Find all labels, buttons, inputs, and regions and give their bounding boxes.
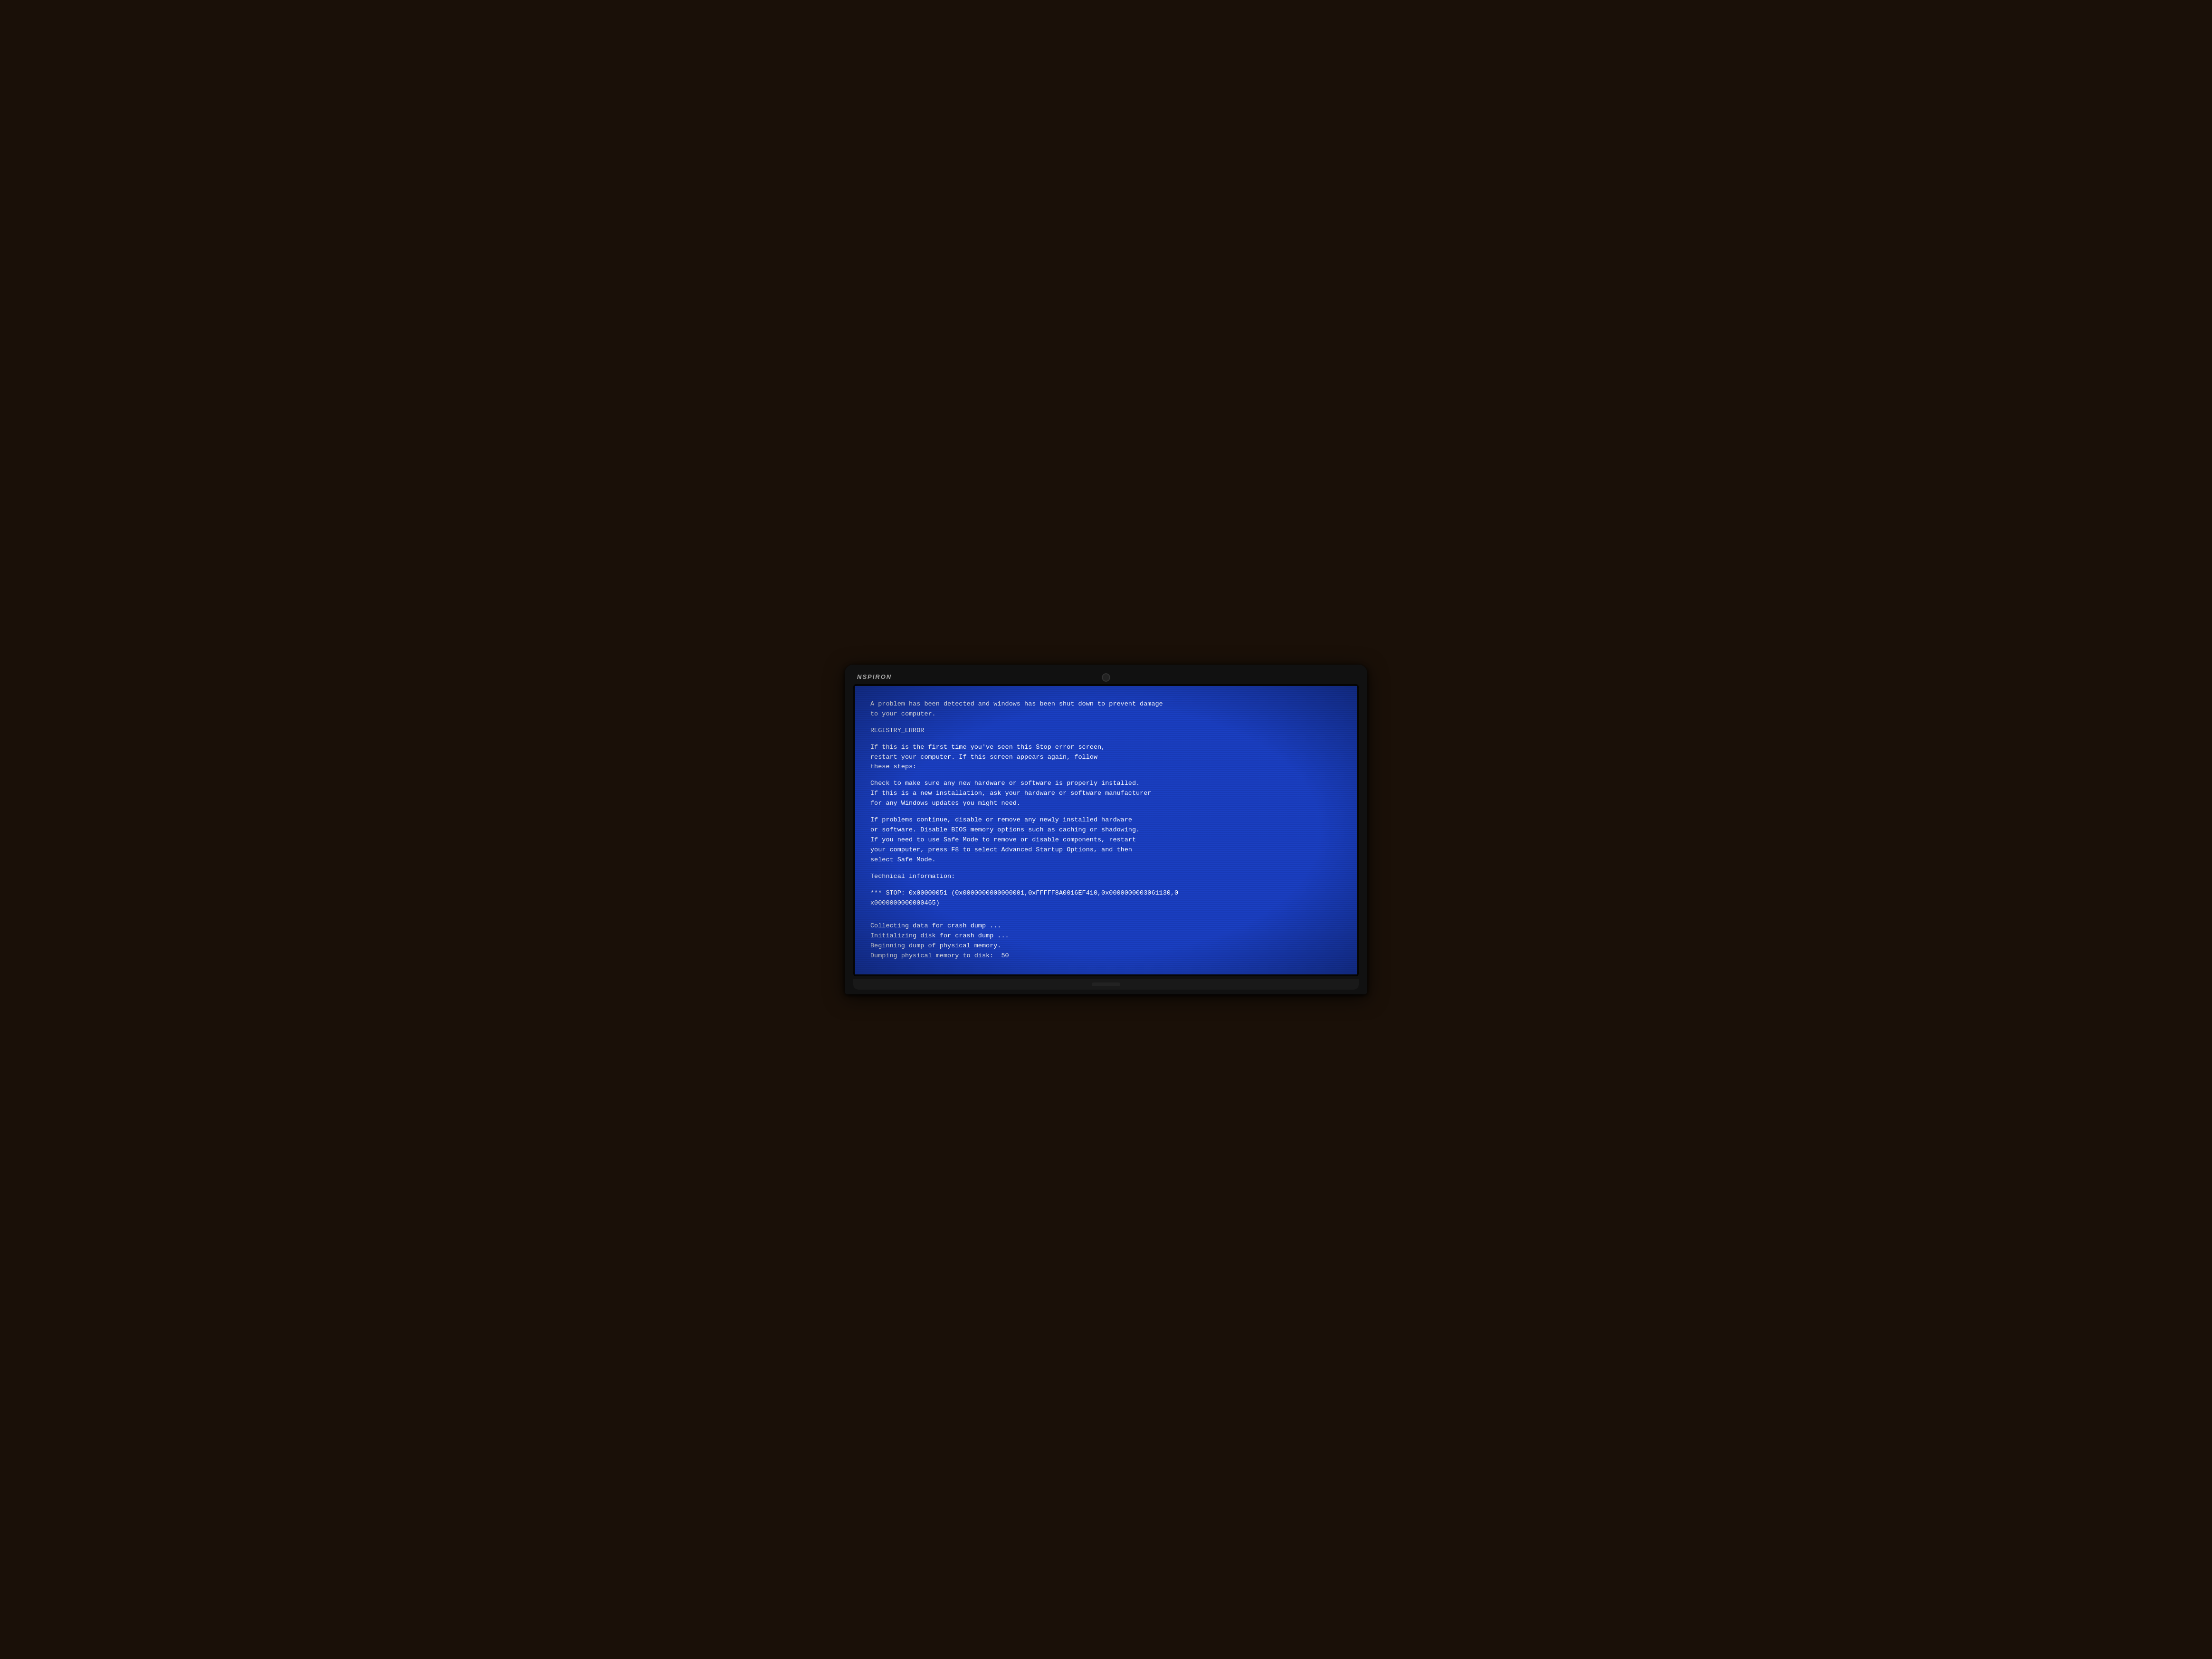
bsod-line-17: Collecting data for crash dump ... <box>870 921 1342 931</box>
laptop-outer: NSPIRON A problem has been detected and … <box>845 665 1367 994</box>
laptop-bottom <box>853 979 1359 990</box>
bsod-spacer-7 <box>870 908 1342 915</box>
webcam-icon <box>1102 673 1110 682</box>
bsod-spacer-5 <box>870 865 1342 872</box>
bsod-line-19: Beginning dump of physical memory. <box>870 941 1342 951</box>
bsod-line-13: select Safe Mode. <box>870 855 1342 865</box>
bsod-line-16: x0000000000000465) <box>870 898 1342 908</box>
bsod-line-2: to your computer. <box>870 709 1342 719</box>
bsod-line-12: your computer, press F8 to select Advanc… <box>870 845 1342 855</box>
bsod-screen: A problem has been detected and windows … <box>855 686 1357 974</box>
bsod-line-10: or software. Disable BIOS memory options… <box>870 825 1342 835</box>
bsod-line-5: these steps: <box>870 762 1342 772</box>
bsod-line-4: restart your computer. If this screen ap… <box>870 753 1342 763</box>
bsod-line-15: *** STOP: 0x00000051 (0x0000000000000001… <box>870 888 1342 898</box>
bsod-line-14: Technical information: <box>870 872 1342 882</box>
bsod-line-11: If you need to use Safe Mode to remove o… <box>870 835 1342 845</box>
laptop-brand: NSPIRON <box>857 673 892 680</box>
bsod-line-20: Dumping physical memory to disk: 50 <box>870 951 1342 961</box>
bsod-line-1: A problem has been detected and windows … <box>870 699 1342 709</box>
laptop-hinge <box>1092 982 1120 986</box>
bsod-spacer-8 <box>870 915 1342 921</box>
bsod-error-code: REGISTRY_ERROR <box>870 726 1342 736</box>
bsod-line-8: for any Windows updates you might need. <box>870 799 1342 809</box>
bsod-spacer-4 <box>870 809 1342 815</box>
bsod-line-9: If problems continue, disable or remove … <box>870 815 1342 825</box>
bsod-spacer-3 <box>870 772 1342 779</box>
bsod-content: A problem has been detected and windows … <box>870 699 1342 961</box>
bsod-line-7: If this is a new installation, ask your … <box>870 789 1342 799</box>
bsod-line-3: If this is the first time you've seen th… <box>870 743 1342 753</box>
bsod-spacer-1 <box>870 719 1342 726</box>
bsod-spacer-6 <box>870 882 1342 888</box>
bsod-line-6: Check to make sure any new hardware or s… <box>870 779 1342 789</box>
screen-bezel: A problem has been detected and windows … <box>853 684 1359 976</box>
bsod-spacer-2 <box>870 736 1342 743</box>
bsod-line-18: Initializing disk for crash dump ... <box>870 931 1342 941</box>
